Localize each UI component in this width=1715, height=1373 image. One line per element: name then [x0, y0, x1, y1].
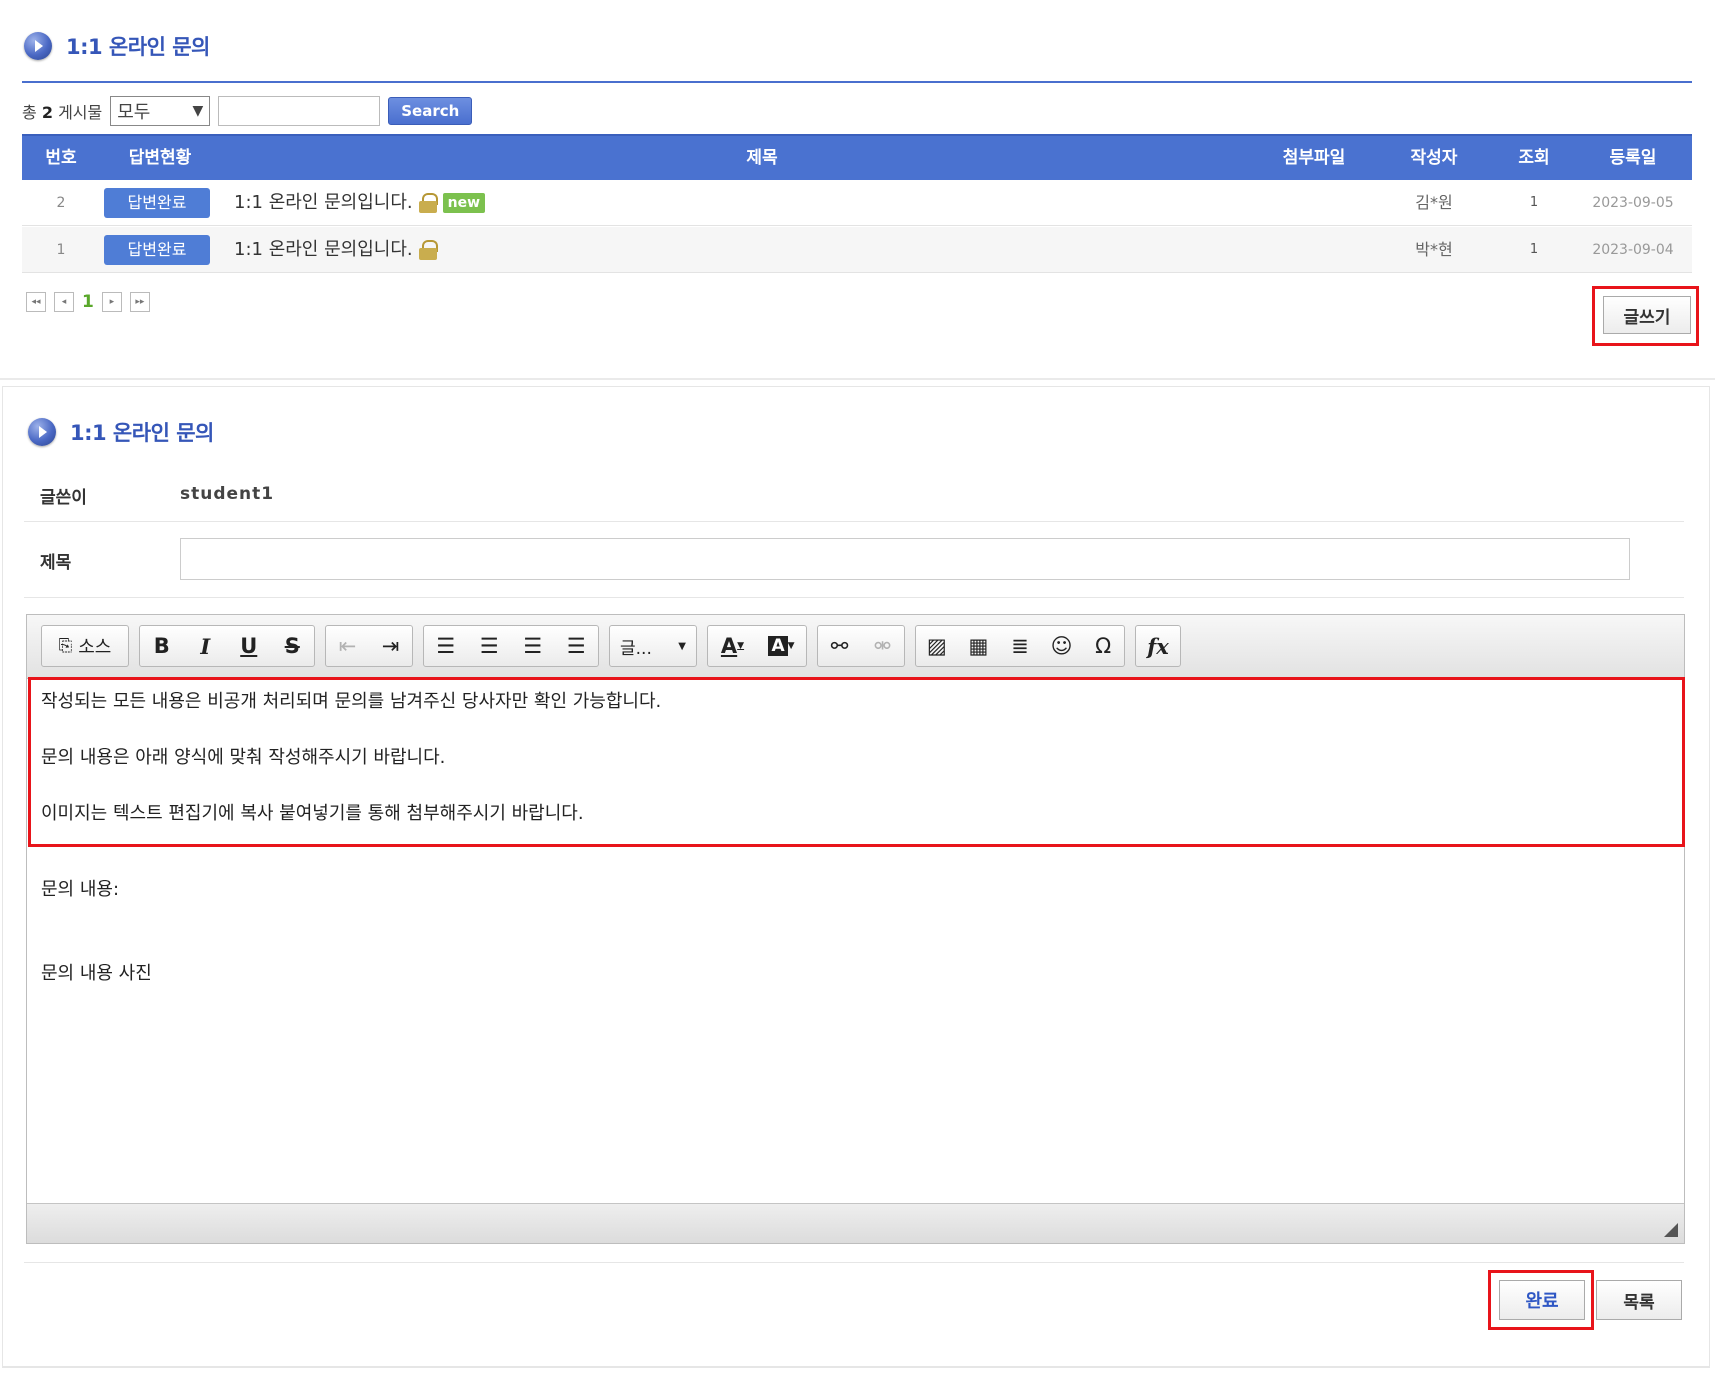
source-icon: ⎘: [58, 636, 73, 656]
special-char-icon[interactable]: Ω: [1082, 626, 1124, 666]
write-button[interactable]: 글쓰기: [1603, 296, 1691, 334]
resize-handle-icon[interactable]: [1664, 1223, 1678, 1237]
list-button[interactable]: 목록: [1596, 1280, 1682, 1320]
toolbar-group-format: fx: [1135, 625, 1181, 667]
form-divider: [24, 521, 1684, 522]
link-icon[interactable]: ⚯: [818, 626, 861, 666]
chevron-down-icon: ▼: [678, 640, 686, 652]
next-page-icon[interactable]: ▸: [101, 292, 122, 312]
search-input[interactable]: [218, 96, 381, 126]
underline-button[interactable]: U: [227, 626, 271, 666]
bg-color-icon[interactable]: A ▼: [757, 626, 806, 666]
form-divider: [24, 1262, 1684, 1263]
row-subject: 1:1 온라인 문의입니다.: [234, 192, 413, 213]
align-justify-icon[interactable]: ☰: [555, 626, 599, 666]
toolbar-group-styles: B I U S: [139, 625, 315, 667]
toolbar-group-font: 글... ▼: [609, 625, 697, 667]
bold-button[interactable]: B: [140, 626, 184, 666]
title-divider: [22, 81, 1692, 83]
row-number: 2: [56, 195, 66, 211]
lock-icon: [418, 193, 438, 213]
column-header-attachment: 첨부파일: [1282, 148, 1346, 168]
toolbar-group-indent: ⇤ ⇥: [325, 625, 413, 667]
image-icon[interactable]: ▨: [916, 626, 958, 666]
status-badge: 답변완료: [104, 188, 210, 218]
chevron-down-icon: ▼: [192, 103, 204, 119]
board-section-title: 1:1 온라인 문의: [24, 31, 210, 61]
notice-text-highlight: [28, 677, 1685, 847]
indent-icon[interactable]: ⇥: [369, 626, 412, 666]
unlink-icon[interactable]: ⚮: [861, 626, 904, 666]
subject-label: 제목: [40, 553, 72, 573]
row-author: 김*원: [1415, 193, 1453, 212]
editor-toolbar: ⎘ 소스 B I U S ⇤ ⇥ ☰ ☰ ☰ ☰ 글... ▼ A ▼ A ▼ …: [27, 615, 1684, 679]
row-date: 2023-09-05: [1592, 195, 1674, 211]
toolbar-group-links: ⚯ ⚮: [817, 625, 905, 667]
search-button[interactable]: Search: [388, 97, 473, 125]
editor-line: 문의 내용:: [41, 879, 120, 900]
remove-format-icon[interactable]: fx: [1136, 626, 1180, 666]
row-date: 2023-09-04: [1592, 242, 1674, 258]
done-button-highlight: 완료: [1488, 1270, 1594, 1330]
board-title: 1:1 온라인 문의: [66, 35, 210, 59]
column-header-number: 번호: [45, 148, 77, 168]
editor-line: 문의 내용 사진: [41, 963, 152, 984]
table-row[interactable]: 2 답변완료 1:1 온라인 문의입니다. new 김*원 1 2023-09-…: [22, 180, 1692, 226]
pagination: ◂◂ ◂ 1 ▸ ▸▸: [26, 292, 150, 312]
column-header-author: 작성자: [1410, 148, 1458, 168]
outdent-icon[interactable]: ⇤: [326, 626, 369, 666]
status-badge: 답변완료: [104, 235, 210, 265]
row-author: 박*현: [1415, 240, 1453, 259]
text-color-icon[interactable]: A ▼: [708, 626, 757, 666]
form-section-title: 1:1 온라인 문의: [28, 417, 214, 447]
author-value: student1: [180, 484, 275, 504]
italic-button[interactable]: I: [184, 626, 228, 666]
row-subject: 1:1 온라인 문의입니다.: [234, 239, 413, 260]
play-circle-icon: [28, 418, 56, 446]
font-combo[interactable]: 글... ▼: [610, 626, 696, 666]
write-button-highlight: 글쓰기: [1592, 286, 1699, 346]
form-title: 1:1 온라인 문의: [70, 421, 214, 445]
align-center-icon[interactable]: ☰: [468, 626, 512, 666]
strikethrough-button[interactable]: S: [271, 626, 315, 666]
editor-status-bar: [27, 1203, 1684, 1243]
subject-input[interactable]: [180, 538, 1630, 580]
last-page-icon[interactable]: ▸▸: [129, 292, 150, 312]
table-icon[interactable]: ▦: [958, 626, 1000, 666]
toolbar-group-insert: ▨ ▦ ≣ ☺ Ω: [915, 625, 1125, 667]
done-button[interactable]: 완료: [1499, 1280, 1585, 1320]
filter-select[interactable]: 모두 ▼: [110, 96, 211, 126]
column-header-views: 조회: [1518, 148, 1550, 168]
author-label: 글쓴이: [40, 488, 87, 508]
align-left-icon[interactable]: ☰: [424, 626, 468, 666]
column-header-date: 등록일: [1609, 148, 1657, 168]
form-divider: [24, 597, 1684, 598]
lock-icon: [418, 240, 438, 260]
play-circle-icon: [24, 32, 52, 60]
column-header-status: 답변현황: [128, 148, 192, 168]
table-header: 번호 답변현황 제목 첨부파일 작성자 조회 등록일: [22, 134, 1692, 180]
horizontal-line-icon[interactable]: ≣: [999, 626, 1041, 666]
current-page[interactable]: 1: [82, 292, 94, 312]
align-right-icon[interactable]: ☰: [511, 626, 555, 666]
row-subject-link[interactable]: 1:1 온라인 문의입니다. new: [234, 180, 834, 226]
total-count-label: 총 2 게시물: [22, 103, 103, 122]
prev-page-icon[interactable]: ◂: [54, 292, 74, 312]
table-row[interactable]: 1 답변완료 1:1 온라인 문의입니다. 박*현 1 2023-09-04: [22, 227, 1692, 273]
new-badge: new: [442, 193, 486, 213]
row-number: 1: [56, 242, 66, 258]
row-views: 1: [1529, 195, 1539, 210]
row-views: 1: [1529, 242, 1539, 257]
row-subject-link[interactable]: 1:1 온라인 문의입니다.: [234, 227, 834, 273]
search-bar: 총 2 게시물 모두 ▼ Search: [22, 96, 473, 126]
toolbar-group-align: ☰ ☰ ☰ ☰: [423, 625, 599, 667]
toolbar-group-colors: A ▼ A ▼: [707, 625, 807, 667]
column-header-subject: 제목: [746, 148, 778, 168]
source-button[interactable]: ⎘ 소스: [42, 626, 128, 666]
smiley-icon[interactable]: ☺: [1041, 626, 1083, 666]
first-page-icon[interactable]: ◂◂: [26, 292, 46, 312]
board-list-panel: 1:1 온라인 문의 총 2 게시물 모두 ▼ Search 번호 답변현황 제…: [0, 0, 1715, 380]
toolbar-group-source: ⎘ 소스: [41, 625, 129, 667]
